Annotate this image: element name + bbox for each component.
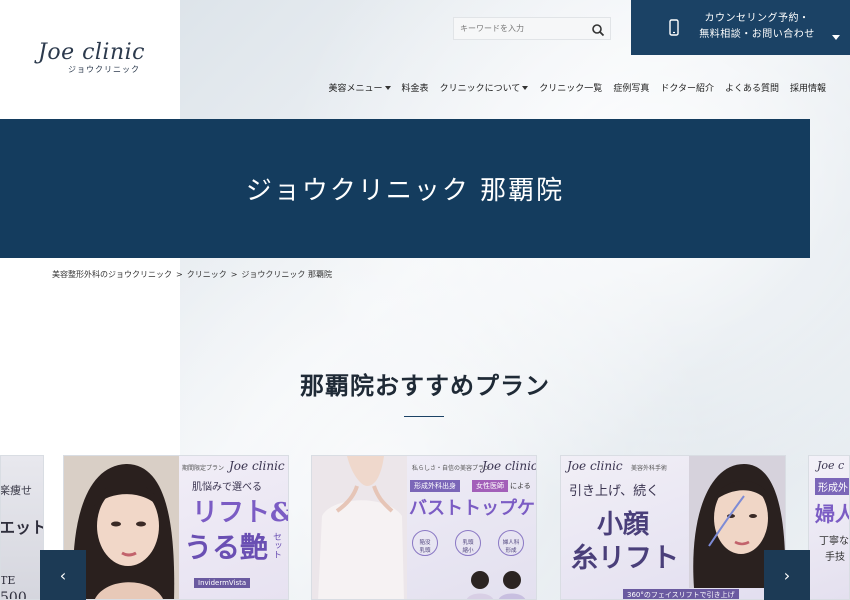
card-diet-line2: エット xyxy=(0,518,44,537)
clinic-logo[interactable]: Joe clinic ジョウクリニック xyxy=(38,40,168,75)
cta-label: カウンセリング予約・ 無料相談・お問い合わせ xyxy=(687,11,827,43)
card4-badge: 形成外 xyxy=(815,478,849,495)
card1-suffix: セット xyxy=(271,532,281,559)
card3-brand: Joe clinic xyxy=(567,459,623,473)
card2-chip2: 乳頭 縮小 xyxy=(455,530,481,556)
counseling-reservation-button[interactable]: カウンセリング予約・ 無料相談・お問い合わせ xyxy=(631,0,850,55)
nav-item-doctors[interactable]: ドクター紹介 xyxy=(649,81,714,94)
card-diet-line3: TE xyxy=(0,574,16,587)
search-box xyxy=(453,17,611,40)
search-input[interactable] xyxy=(454,18,584,39)
plan-card-diet[interactable]: 楽痩せ エット TE 500 xyxy=(0,455,44,600)
cta-line1: カウンセリング予約・ xyxy=(704,13,810,24)
plan-card-gynecology[interactable]: Joe c 形成外 婦人 丁寧な 手技 xyxy=(808,455,850,600)
model-photo xyxy=(312,456,407,599)
nav-label: 美容メニュー xyxy=(328,84,383,94)
plan-card-lift-gloss[interactable]: 期間限定プラン Joe clinic 肌悩みで選べる リフト& うる艶 セット … xyxy=(63,455,289,600)
breadcrumb-clinic-link[interactable]: クリニック xyxy=(187,270,227,279)
chevron-left-icon: ‹ xyxy=(59,565,67,585)
chevron-right-icon: › xyxy=(783,565,791,585)
chevron-down-icon xyxy=(832,26,840,40)
nav-label: 採用情報 xyxy=(789,84,826,94)
nav-label: よくある質問 xyxy=(724,84,779,94)
carousel-prev-button[interactable]: ‹ xyxy=(40,550,86,600)
card3-title2: 糸リフト xyxy=(571,543,679,574)
card1-product-logo: InvidermVista xyxy=(194,578,251,588)
card2-chip1: 陥没 乳頭 xyxy=(412,530,438,556)
card1-title1: リフト& xyxy=(192,498,289,528)
breadcrumb-home-link[interactable]: 美容整形外科のジョウクリニック xyxy=(52,270,172,279)
card2-badge2: 女性医師 xyxy=(472,480,508,492)
page-title: ジョウクリニック 那覇院 xyxy=(245,176,565,206)
card1-small: 期間限定プラン xyxy=(182,465,225,472)
breadcrumb: 美容整形外科のジョウクリニック > クリニック > ジョウクリニック 那覇院 xyxy=(52,269,332,280)
nav-label: ドクター紹介 xyxy=(660,84,714,94)
card1-brand: Joe clinic xyxy=(229,459,285,473)
logo-katakana: ジョウクリニック xyxy=(68,65,140,74)
card2-badge1: 形成外科出身 xyxy=(410,480,460,492)
card2-badge3: による xyxy=(510,482,531,490)
nav-item-faq[interactable]: よくある質問 xyxy=(714,81,779,94)
logo-wordmark: Joe clinic xyxy=(38,40,145,65)
cta-line2: 無料相談・お問い合わせ xyxy=(699,29,815,40)
nav-item-case-photos[interactable]: 症例写真 xyxy=(602,81,649,94)
nav-item-about-clinic[interactable]: クリニックについて xyxy=(429,81,529,94)
card3-foot: 360°のフェイスリフトで引き上げ xyxy=(623,589,739,599)
plan-card-thread-lift[interactable]: Joe clinic 美容外科手術 引き上げ、続く 小顔 糸リフト 360°のフ… xyxy=(560,455,786,600)
card4-brand: Joe c xyxy=(817,459,845,472)
search-icon[interactable] xyxy=(591,22,605,37)
title-underline xyxy=(404,416,444,417)
doctor-photos xyxy=(467,571,525,599)
card1-title2: うる艶 xyxy=(184,531,269,564)
card-diet-line4: 500 xyxy=(0,590,27,600)
nav-label: クリニックについて xyxy=(439,84,521,94)
card2-chip3: 婦人科 形成 xyxy=(498,530,524,556)
nav-item-beauty-menu[interactable]: 美容メニュー xyxy=(318,81,391,94)
card-diet-line1: 楽痩せ xyxy=(0,484,32,497)
breadcrumb-separator: > xyxy=(176,270,183,279)
global-navigation: 美容メニュー 料金表 クリニックについて クリニック一覧 症例写真 ドクター紹介… xyxy=(318,81,826,94)
card3-small: 美容外科手術 xyxy=(631,465,668,472)
nav-label: クリニック一覧 xyxy=(539,84,603,94)
card3-tagline: 引き上げ、続く xyxy=(569,484,660,499)
plan-card-bust-care[interactable]: 私らしさ・自信の美容プラン Joe clinic 形成外科出身 女性医師 による… xyxy=(311,455,537,600)
card4-title: 婦人 xyxy=(815,502,849,526)
nav-item-clinic-list[interactable]: クリニック一覧 xyxy=(528,81,602,94)
page-hero-banner: ジョウクリニック 那覇院 xyxy=(0,119,810,258)
card1-tagline: 肌悩みで選べる xyxy=(192,482,262,493)
breadcrumb-current: ジョウクリニック 那覇院 xyxy=(241,270,332,279)
nav-item-price-list[interactable]: 料金表 xyxy=(391,81,429,94)
card4-small1: 丁寧な xyxy=(819,536,849,547)
nav-label: 料金表 xyxy=(401,84,429,94)
smartphone-icon xyxy=(669,19,679,36)
breadcrumb-separator: > xyxy=(230,270,238,279)
card2-title: バストトップケア xyxy=(409,498,536,519)
section-title: 那覇院おすすめプラン xyxy=(300,371,550,400)
card4-small2: 手技 xyxy=(825,552,845,563)
card2-brand: Joe clinic xyxy=(482,459,537,473)
nav-label: 症例写真 xyxy=(613,84,650,94)
nav-item-recruit[interactable]: 採用情報 xyxy=(779,81,826,94)
carousel-next-button[interactable]: › xyxy=(764,550,810,600)
card2-small: 私らしさ・自信の美容プラン xyxy=(412,465,491,472)
